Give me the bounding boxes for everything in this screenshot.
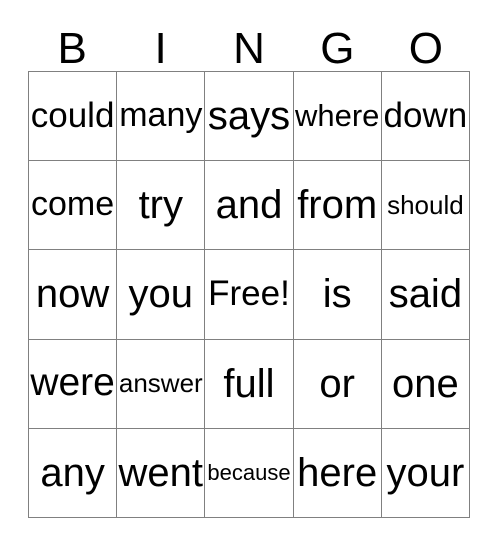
bingo-grid: could many says where down come try and …: [28, 71, 470, 518]
header-letter-i: I: [154, 24, 167, 73]
header-letter-n: N: [233, 24, 265, 73]
header-letter-g: G: [320, 24, 355, 73]
bingo-cell[interactable]: or: [293, 339, 382, 429]
bingo-cell-word: full: [223, 361, 275, 406]
bingo-cell-word: come: [31, 185, 115, 224]
bingo-cell-word: and: [215, 183, 283, 228]
bingo-cell[interactable]: you: [117, 250, 206, 340]
bingo-cell[interactable]: went: [117, 428, 206, 518]
bingo-cell-word: should: [387, 189, 464, 220]
bingo-cell-word: could: [30, 95, 115, 135]
bingo-cell-word: because: [207, 460, 291, 486]
bingo-cell-word: one: [392, 361, 459, 406]
bingo-cell[interactable]: answer: [117, 339, 206, 429]
bingo-cell[interactable]: were: [29, 339, 118, 429]
bingo-free-space-label: Free!: [208, 274, 290, 314]
bingo-cell-word: try: [138, 183, 183, 228]
bingo-cell-word: you: [128, 272, 194, 317]
bingo-cell-word: answer: [118, 368, 203, 399]
bingo-free-space-cell[interactable]: Free!: [205, 250, 294, 340]
bingo-cell-word: any: [40, 450, 105, 495]
bingo-cell[interactable]: from: [293, 161, 382, 251]
bingo-cell[interactable]: one: [381, 339, 470, 429]
bingo-cell[interactable]: where: [293, 72, 382, 162]
bingo-cell-word: says: [207, 94, 291, 139]
bingo-cell[interactable]: because: [205, 428, 294, 518]
bingo-cell[interactable]: try: [117, 161, 206, 251]
bingo-cell[interactable]: many: [117, 72, 206, 162]
bingo-cell[interactable]: and: [205, 161, 294, 251]
bingo-cell[interactable]: is: [293, 250, 382, 340]
bingo-cell[interactable]: says: [205, 72, 294, 162]
bingo-cell[interactable]: could: [29, 72, 118, 162]
bingo-cell-word: your: [386, 450, 465, 495]
bingo-cell-word: or: [319, 361, 355, 406]
bingo-cell-word: from: [297, 183, 378, 228]
bingo-cell[interactable]: come: [29, 161, 118, 251]
bingo-header-row: B I N G O: [28, 22, 470, 71]
bingo-cell[interactable]: full: [205, 339, 294, 429]
bingo-cell-word: said: [388, 272, 463, 317]
bingo-cell[interactable]: here: [293, 428, 382, 518]
bingo-cell-word: went: [118, 450, 204, 495]
bingo-cell[interactable]: now: [29, 250, 118, 340]
bingo-cell[interactable]: any: [29, 428, 118, 518]
bingo-cell-word: now: [35, 272, 110, 317]
bingo-card: B I N G O could many says where down com…: [0, 0, 500, 544]
bingo-cell-word: were: [30, 361, 115, 405]
bingo-cell-word: here: [297, 450, 378, 495]
bingo-cell-word: many: [119, 96, 203, 135]
header-letter-o: O: [408, 24, 443, 73]
bingo-cell[interactable]: should: [381, 161, 470, 251]
bingo-cell[interactable]: said: [381, 250, 470, 340]
header-letter-b: B: [57, 24, 87, 73]
bingo-cell-word: down: [383, 95, 468, 135]
bingo-cell[interactable]: down: [381, 72, 470, 162]
bingo-cell[interactable]: your: [381, 428, 470, 518]
bingo-cell-word: is: [322, 272, 352, 317]
bingo-cell-word: where: [294, 97, 380, 133]
